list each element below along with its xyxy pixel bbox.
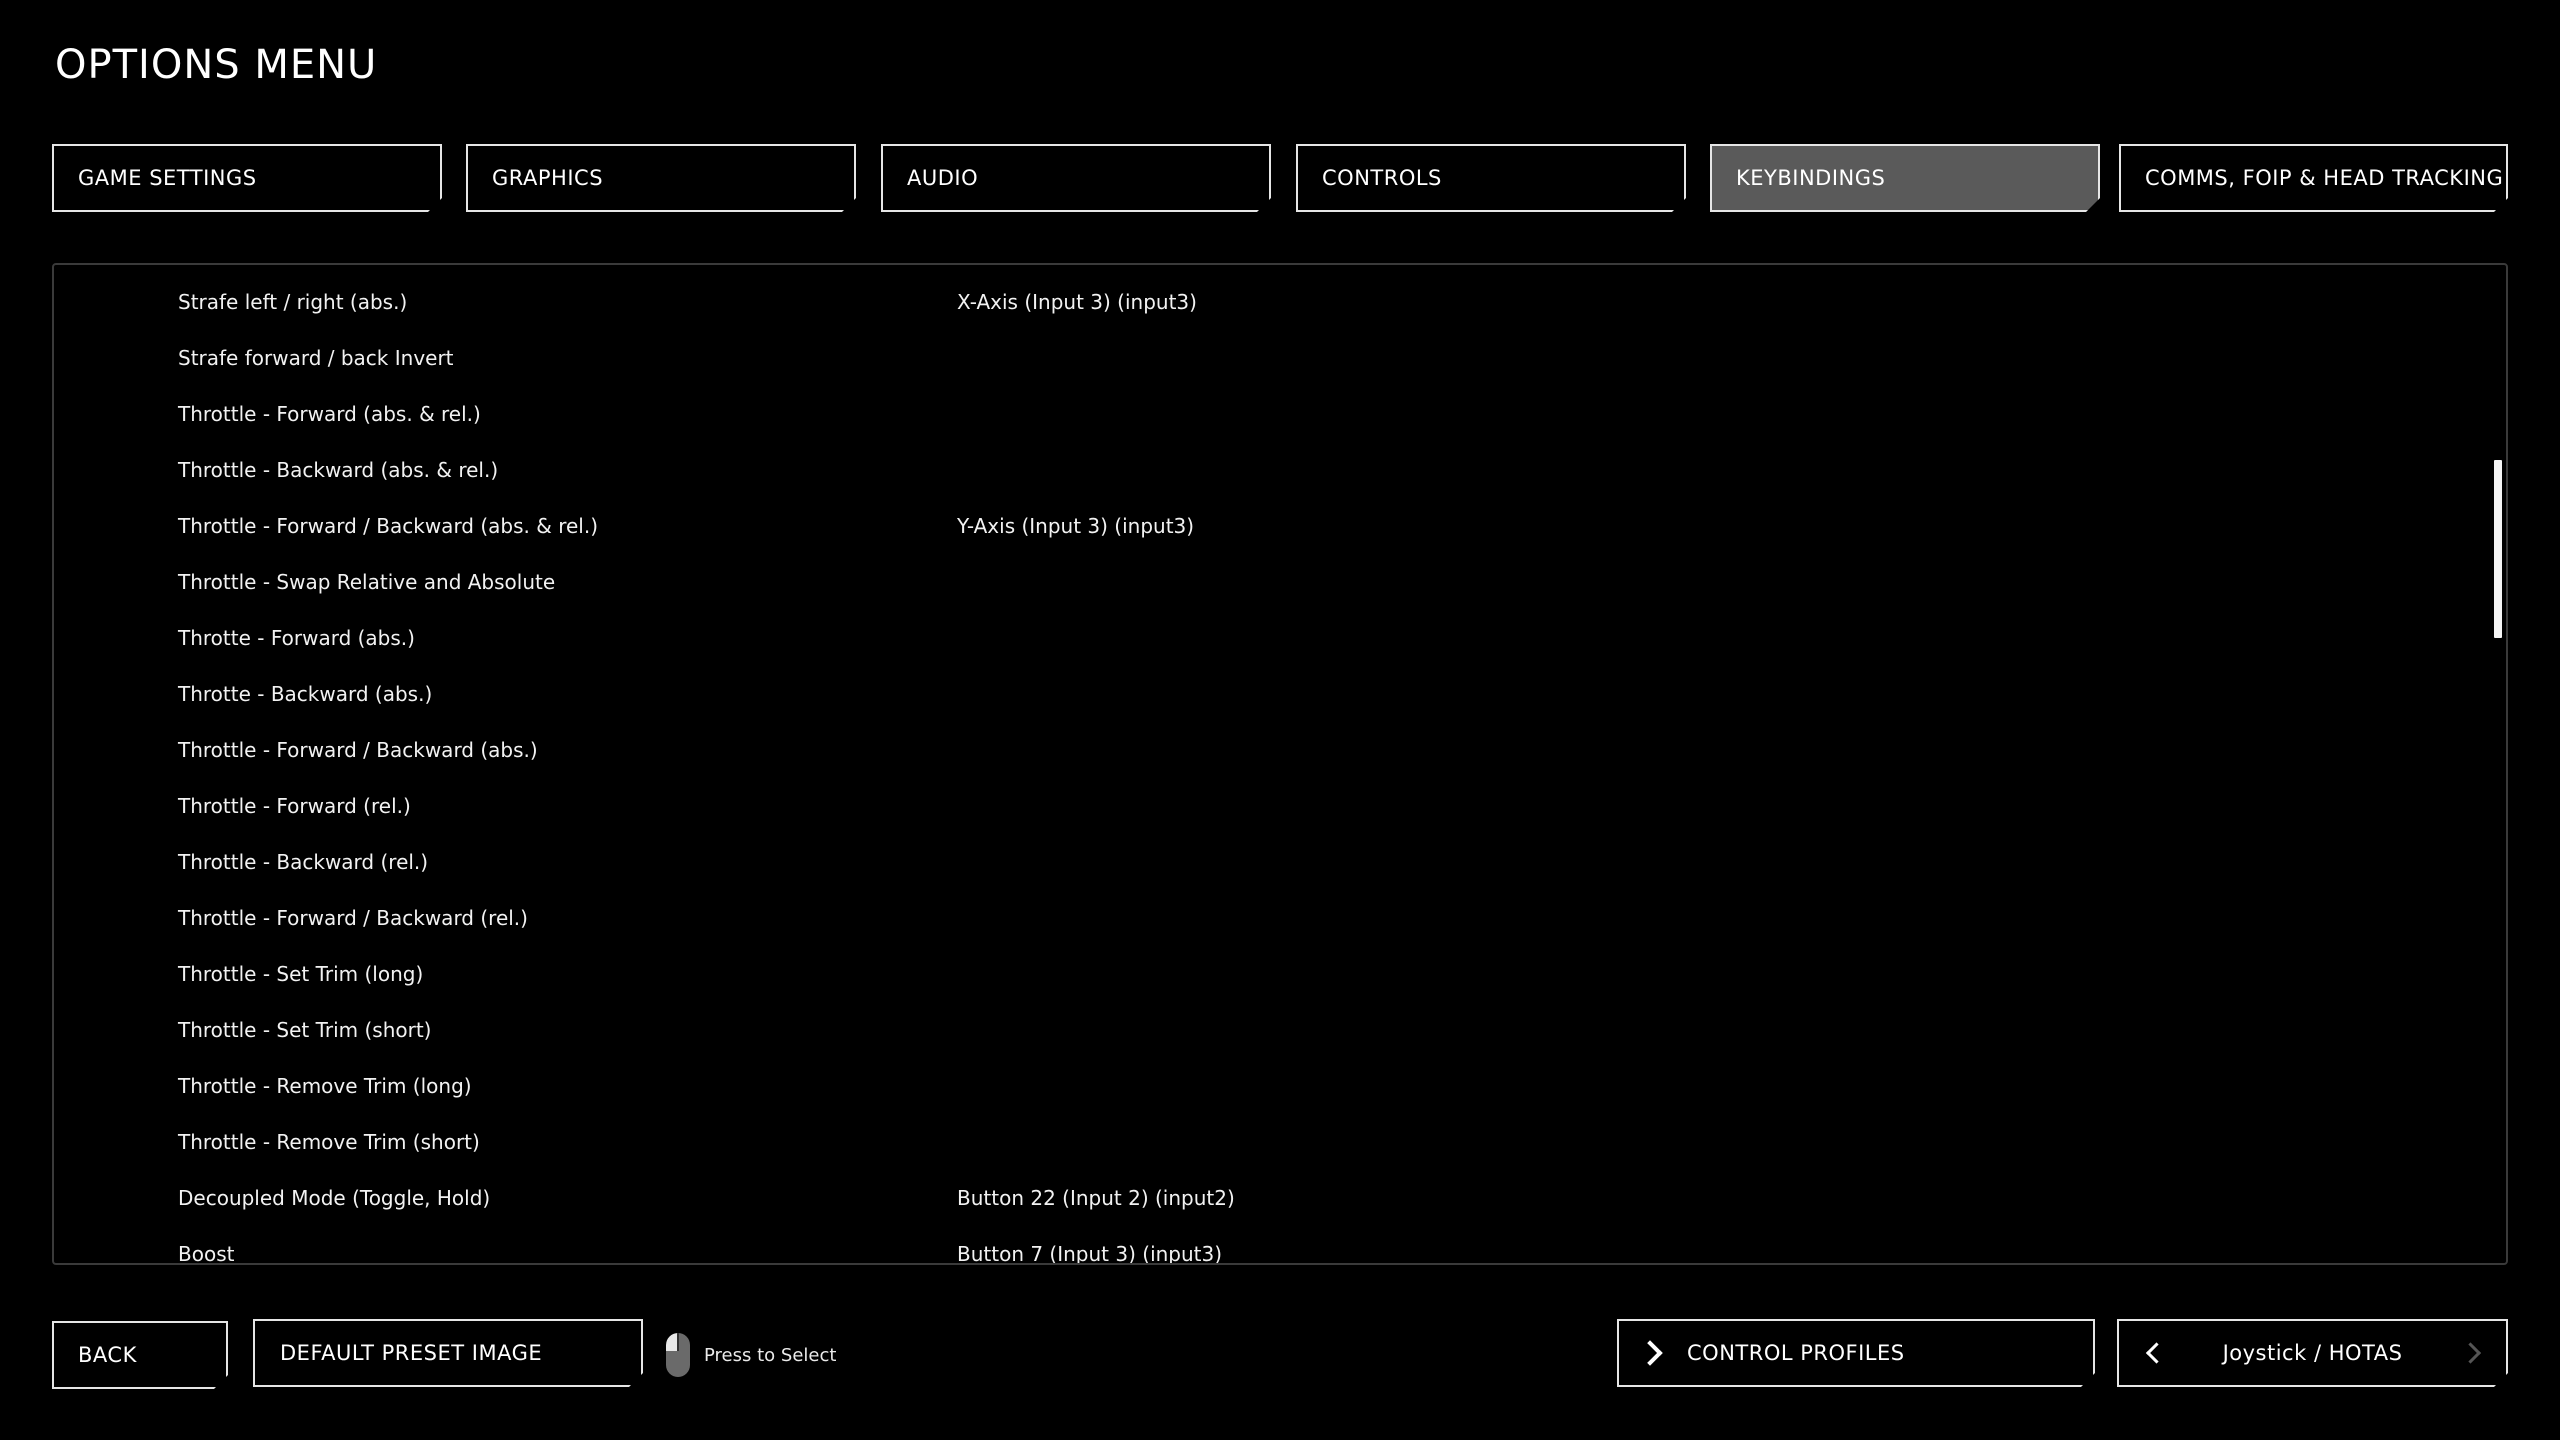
tab-keybindings[interactable]: KEYBINDINGS (1710, 144, 2100, 212)
keybinding-action-label: Throttle - Forward / Backward (abs.) (178, 738, 538, 762)
default-preset-image-label: DEFAULT PRESET IMAGE (280, 1341, 543, 1365)
tab-game-settings[interactable]: GAME SETTINGS (52, 144, 442, 212)
keybinding-row[interactable]: Boost Button 7 (Input 3) (input3) (54, 1226, 2506, 1265)
mouse-left-click-icon (666, 1333, 690, 1377)
keybinding-row[interactable]: Throttle - Set Trim (short) (54, 1002, 2506, 1058)
tab-comms-foip-head-tracking[interactable]: COMMS, FOIP & HEAD TRACKING (2119, 144, 2508, 212)
keybinding-action-label: Strafe left / right (abs.) (178, 290, 408, 314)
keybinding-row[interactable]: Throttle - Swap Relative and Absolute (54, 554, 2506, 610)
keybinding-row[interactable]: Throttle - Forward (abs. & rel.) (54, 386, 2506, 442)
keybinding-action-label: Throtte - Forward (abs.) (178, 626, 415, 650)
keybinding-row[interactable]: Throttle - Remove Trim (long) (54, 1058, 2506, 1114)
keybinding-value[interactable]: X-Axis (Input 3) (input3) (957, 290, 1197, 314)
keybinding-action-label: Decoupled Mode (Toggle, Hold) (178, 1186, 491, 1210)
keybinding-action-label: Throttle - Forward / Backward (rel.) (178, 906, 528, 930)
keybinding-row[interactable]: Decoupled Mode (Toggle, Hold) Button 22 … (54, 1170, 2506, 1226)
list-scrollbar-thumb[interactable] (2494, 460, 2502, 638)
keybinding-action-label: Throttle - Remove Trim (long) (178, 1074, 472, 1098)
keybinding-action-label: Strafe forward / back Invert (178, 346, 454, 370)
keybinding-value[interactable]: Button 22 (Input 2) (input2) (957, 1186, 1235, 1210)
device-selector-value: Joystick / HOTAS (2222, 1341, 2403, 1365)
keybinding-action-label: Throttle - Backward (abs. & rel.) (178, 458, 499, 482)
control-profiles-label: CONTROL PROFILES (1687, 1341, 1905, 1365)
keybinding-action-label: Throttle - Forward / Backward (abs. & re… (178, 514, 599, 538)
select-hint-label: Press to Select (704, 1344, 837, 1366)
keybinding-row[interactable]: Throttle - Backward (abs. & rel.) (54, 442, 2506, 498)
keybinding-action-label: Throttle - Set Trim (short) (178, 1018, 432, 1042)
keybinding-row[interactable]: Throttle - Remove Trim (short) (54, 1114, 2506, 1170)
keybinding-action-label: Throttle - Swap Relative and Absolute (178, 570, 556, 594)
default-preset-image-button[interactable]: DEFAULT PRESET IMAGE (253, 1319, 643, 1387)
control-profiles-button[interactable]: CONTROL PROFILES (1617, 1319, 2095, 1387)
keybinding-row[interactable]: Throtte - Forward (abs.) (54, 610, 2506, 666)
keybinding-action-label: Throttle - Set Trim (long) (178, 962, 424, 986)
keybinding-row[interactable]: Throttle - Forward (rel.) (54, 778, 2506, 834)
back-button[interactable]: BACK (52, 1321, 228, 1389)
keybinding-action-label: Throtte - Backward (abs.) (178, 682, 433, 706)
chevron-left-icon[interactable] (2146, 1342, 2167, 1363)
tab-audio[interactable]: AUDIO (881, 144, 1271, 212)
keybinding-action-label: Boost (178, 1242, 235, 1265)
keybinding-row[interactable]: Strafe left / right (abs.) X-Axis (Input… (54, 274, 2506, 330)
back-button-label: BACK (78, 1343, 137, 1367)
keybinding-row[interactable]: Throttle - Set Trim (long) (54, 946, 2506, 1002)
options-menu-screen: OPTIONS MENU GAME SETTINGS GRAPHICS AUDI… (0, 0, 2560, 1440)
keybinding-row[interactable]: Throtte - Backward (abs.) (54, 666, 2506, 722)
select-hint: Press to Select (666, 1333, 836, 1377)
keybinding-row[interactable]: Throttle - Forward / Backward (abs.) (54, 722, 2506, 778)
tab-controls[interactable]: CONTROLS (1296, 144, 1686, 212)
device-selector[interactable]: Joystick / HOTAS (2117, 1319, 2508, 1387)
keybinding-action-label: Throttle - Forward (abs. & rel.) (178, 402, 481, 426)
keybinding-action-label: Throttle - Forward (rel.) (178, 794, 411, 818)
options-tab-bar: GAME SETTINGS GRAPHICS AUDIO CONTROLS KE… (52, 144, 2508, 212)
keybinding-row[interactable]: Strafe forward / back Invert (54, 330, 2506, 386)
keybinding-row[interactable]: Throttle - Backward (rel.) (54, 834, 2506, 890)
keybinding-action-label: Throttle - Backward (rel.) (178, 850, 429, 874)
keybindings-list: Strafe left / right (abs.) X-Axis (Input… (52, 263, 2508, 1265)
keybinding-action-label: Throttle - Remove Trim (short) (178, 1130, 480, 1154)
keybinding-row[interactable]: Throttle - Forward / Backward (rel.) (54, 890, 2506, 946)
keybinding-row[interactable]: Throttle - Forward / Backward (abs. & re… (54, 498, 2506, 554)
chevron-right-icon[interactable] (2460, 1342, 2481, 1363)
page-title: OPTIONS MENU (55, 42, 378, 88)
keybinding-value[interactable]: Button 7 (Input 3) (input3) (957, 1242, 1222, 1263)
chevron-right-icon (1637, 1340, 1662, 1365)
tab-graphics[interactable]: GRAPHICS (466, 144, 856, 212)
keybinding-value[interactable]: Y-Axis (Input 3) (input3) (957, 514, 1194, 538)
